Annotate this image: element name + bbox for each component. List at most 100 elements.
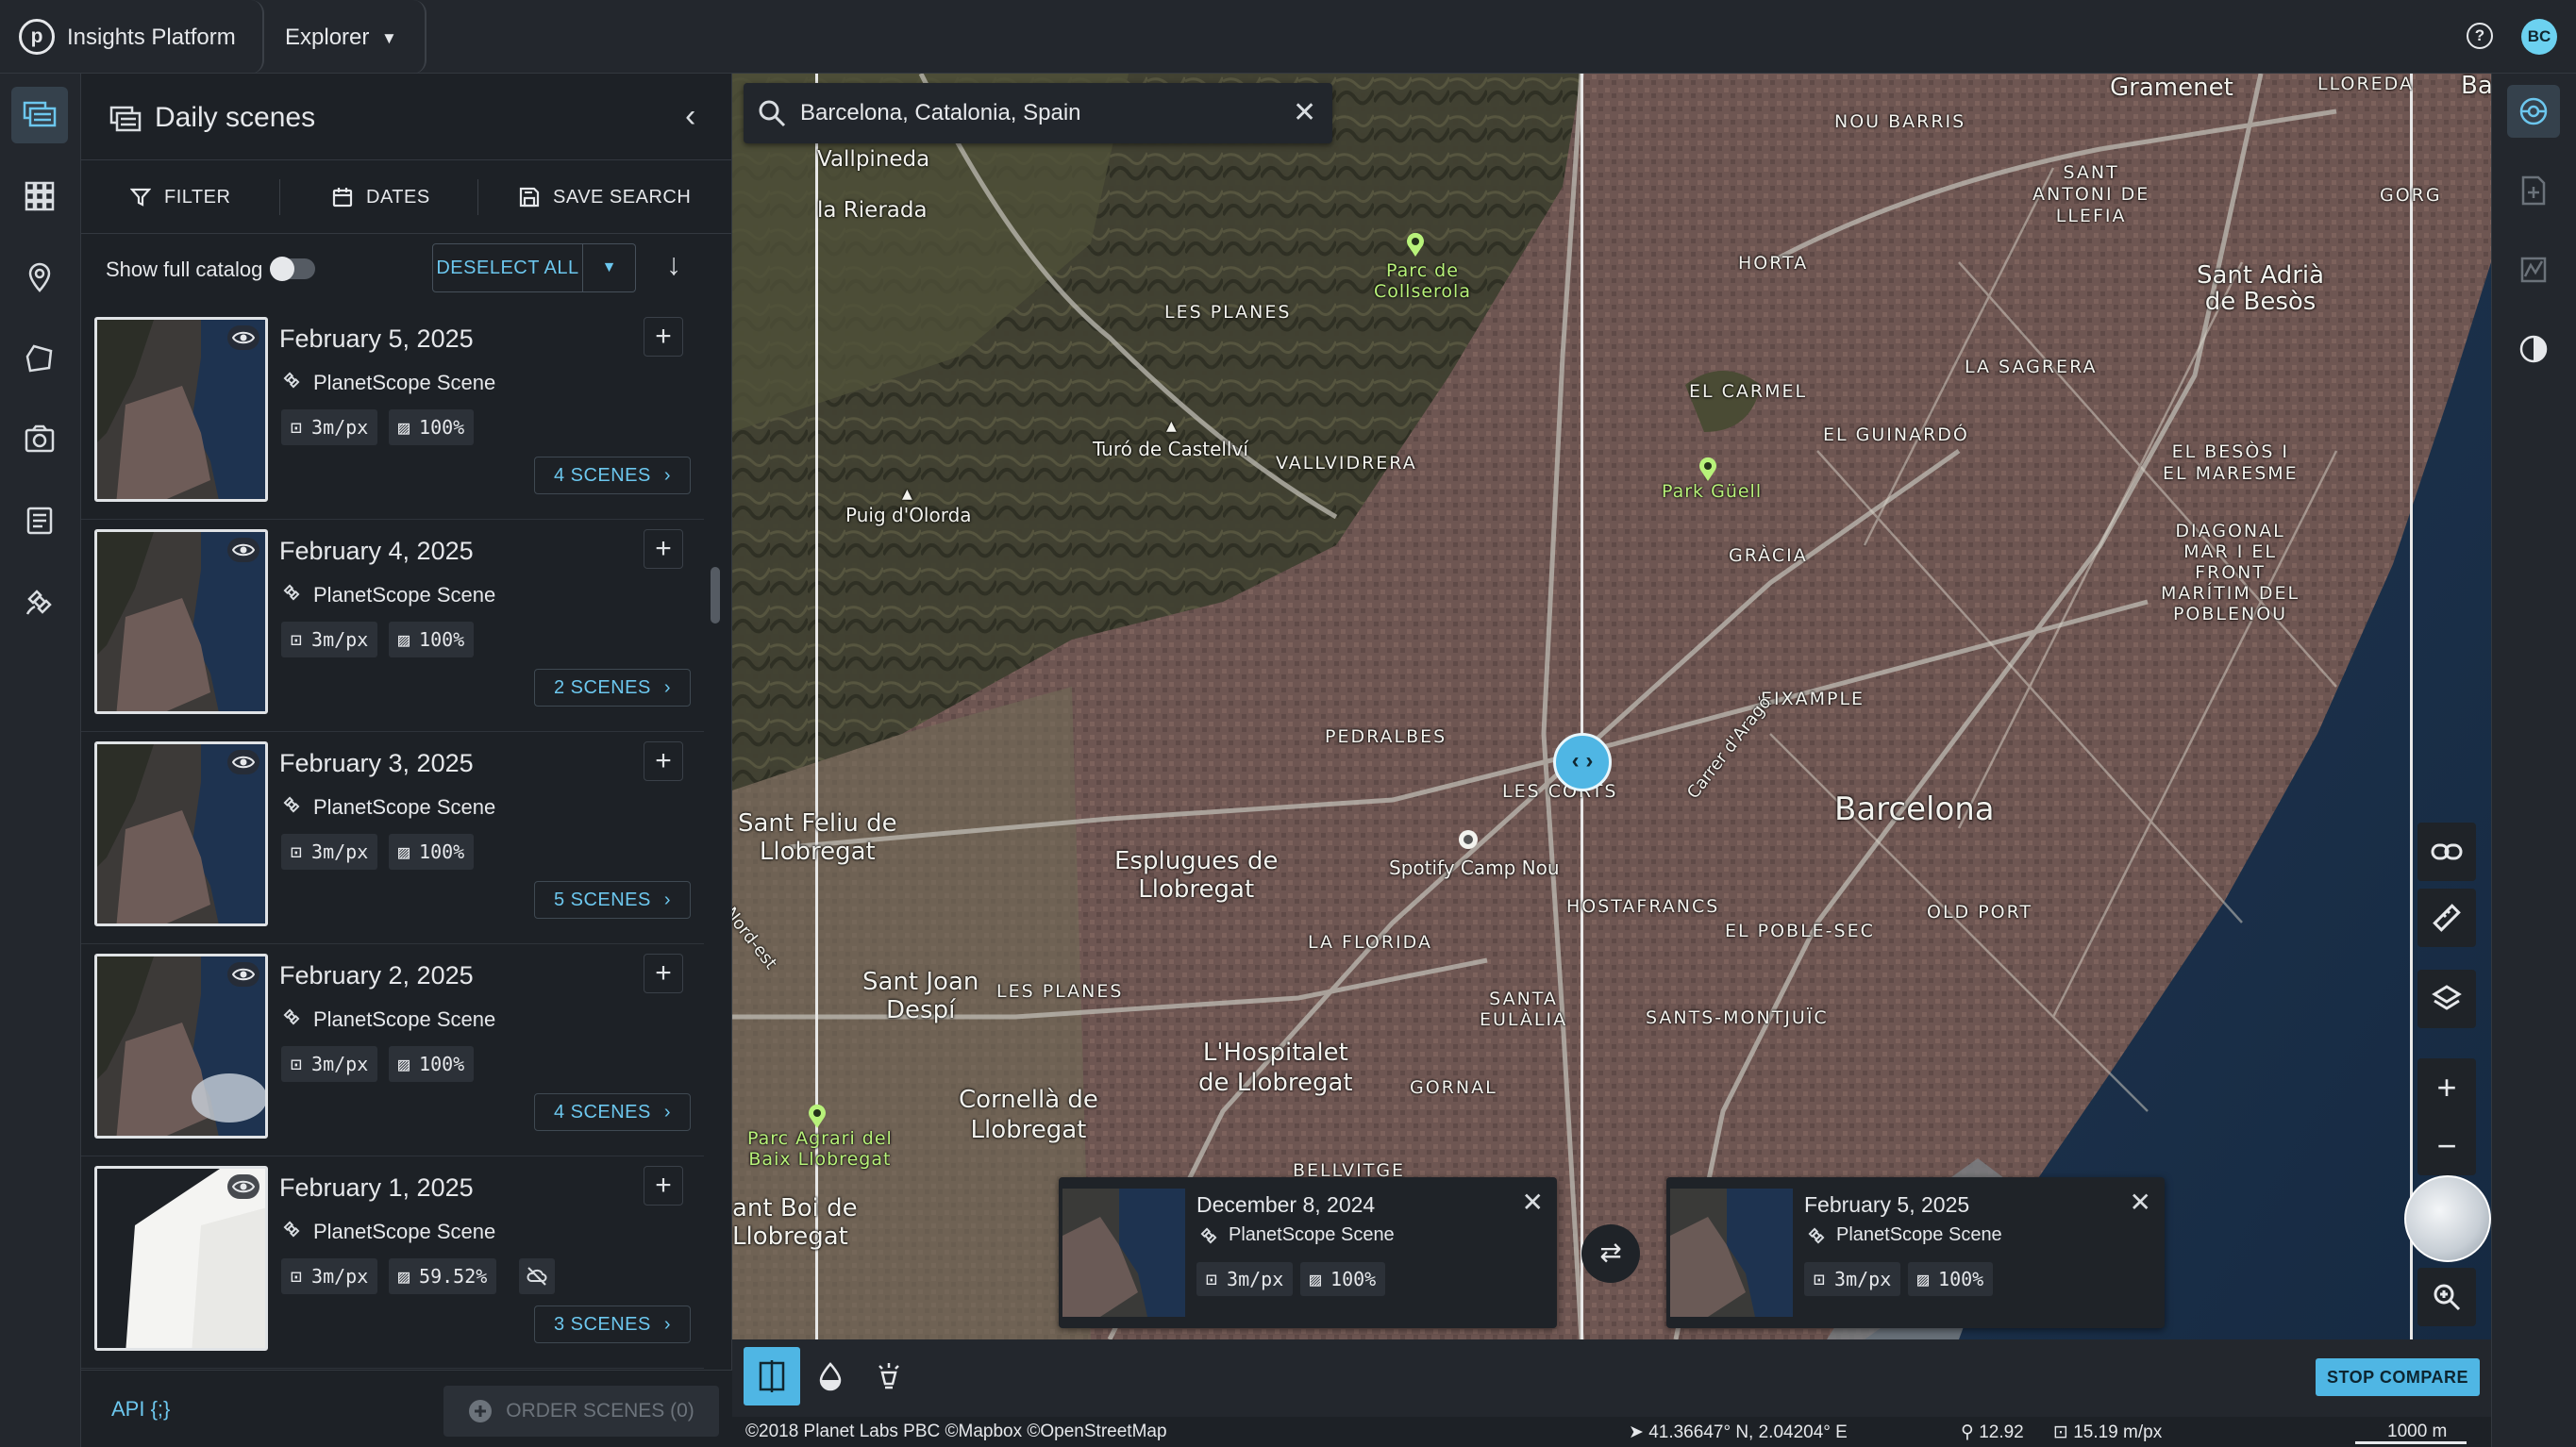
eye-icon[interactable] [227, 325, 259, 350]
mosaic-grid-icon[interactable] [11, 168, 68, 225]
resolution-chip: ⊡ 3m/px [281, 1258, 378, 1294]
scene-thumbnail[interactable] [94, 741, 268, 926]
resolution-chip: ⊡ 3m/px [281, 1046, 378, 1082]
add-scene-button[interactable]: + [644, 529, 683, 569]
deselect-all-button[interactable]: DESELECT ALL [432, 243, 583, 292]
save-icon [519, 187, 540, 208]
compare-date: February 5, 2025 [1804, 1192, 1970, 1217]
show-catalog-toggle[interactable] [270, 257, 315, 281]
add-scene-button[interactable]: + [644, 1166, 683, 1206]
toggle-knob [270, 257, 294, 281]
aoi-polygon-icon[interactable] [11, 330, 68, 387]
add-scene-button[interactable]: + [644, 317, 683, 357]
add-scene-button[interactable]: + [644, 954, 683, 993]
compare-divider-line[interactable] [1581, 74, 1583, 1339]
analytics-icon[interactable] [2507, 243, 2560, 296]
order-scenes-button[interactable]: ORDER SCENES (0) [443, 1386, 719, 1437]
scene-count-button[interactable]: 2 SCENES › [534, 669, 691, 707]
park-pin-icon[interactable] [806, 1104, 828, 1130]
close-icon[interactable]: ✕ [1522, 1187, 1544, 1218]
scrollbar[interactable] [708, 308, 723, 1434]
park-pin-icon[interactable] [1697, 457, 1719, 483]
magnify-icon[interactable] [2417, 1268, 2476, 1326]
section-switcher[interactable]: Explorer [285, 25, 369, 51]
scene-thumbnail[interactable] [94, 529, 268, 714]
camera-tasking-icon[interactable] [11, 411, 68, 468]
scrollbar-thumb[interactable] [711, 567, 720, 624]
scene-thumbnail[interactable] [94, 954, 268, 1139]
help-icon[interactable]: ? [2467, 23, 2493, 49]
stop-compare-button[interactable]: STOP COMPARE [2316, 1358, 2480, 1396]
compare-card-right[interactable]: February 5, 2025 PlanetScope Scene ⊡ 3m/p… [1666, 1177, 2165, 1328]
ruler-icon[interactable] [2417, 889, 2476, 947]
orders-list-icon[interactable] [11, 492, 68, 549]
focus-icon: ⊡ [1206, 1268, 1218, 1290]
scene-thumbnail[interactable] [94, 1166, 268, 1351]
chevron-down-icon[interactable]: ▼ [583, 243, 636, 292]
layers-icon[interactable] [2417, 970, 2476, 1028]
list-item[interactable]: February 3, 2025 + PlanetScope Scene ⊡ 3m/px… [81, 732, 704, 944]
stadium-pin-icon[interactable] [1457, 828, 1480, 851]
coverage-icon: ▨ [398, 416, 410, 439]
api-link[interactable]: API {;} [111, 1397, 170, 1422]
collapse-panel-button[interactable]: ‹ [685, 98, 695, 135]
list-item[interactable]: February 2, 2025 + PlanetScope Scene ⊡ 3m/px… [81, 944, 704, 1156]
eye-icon[interactable] [227, 1174, 259, 1199]
compare-slider-handle[interactable]: ‹ › [1553, 733, 1612, 791]
resolution-chip: ⊡ 3m/px [281, 834, 378, 870]
contrast-icon[interactable] [2507, 323, 2560, 375]
compare-mode-icon[interactable] [744, 1347, 800, 1405]
scene-count-button[interactable]: 3 SCENES › [534, 1306, 691, 1343]
resolution-value: 3m/px [311, 1053, 369, 1075]
close-icon[interactable]: ✕ [1293, 96, 1316, 129]
resolution-value: 3m/px [311, 416, 369, 439]
search-input[interactable] [800, 83, 1272, 143]
eye-icon[interactable] [227, 962, 259, 987]
avatar[interactable]: BC [2521, 19, 2557, 55]
drop-icon[interactable] [802, 1347, 859, 1405]
sort-arrow-icon[interactable]: ↓ [666, 247, 681, 282]
scene-count-button[interactable]: 4 SCENES › [534, 457, 691, 494]
planet-logo-icon[interactable]: p [19, 19, 55, 55]
satellite-icon[interactable] [11, 574, 68, 630]
zoom-in-icon[interactable]: + [2417, 1058, 2476, 1117]
compare-card-left[interactable]: December 8, 2024 PlanetScope Scene ⊡ 3m/p… [1059, 1177, 1557, 1328]
app-title[interactable]: Insights Platform [67, 25, 236, 51]
dates-button[interactable]: DATES [332, 160, 430, 234]
layers-list-icon[interactable] [11, 87, 68, 143]
map-label-la-florida: LA FLORIDA [1308, 932, 1432, 953]
close-icon[interactable]: ✕ [2130, 1187, 2151, 1218]
globe-icon[interactable] [2404, 1175, 2491, 1262]
map-attribution[interactable]: ©2018 Planet Labs PBC ©Mapbox ©OpenStree… [745, 1422, 1167, 1442]
filter-button[interactable]: FILTER [130, 160, 230, 234]
list-item[interactable]: February 4, 2025 + PlanetScope Scene ⊡ 3m/px… [81, 520, 704, 732]
calendar-icon [332, 188, 353, 208]
satellite-view-icon[interactable] [2507, 85, 2560, 138]
chevron-down-icon[interactable]: ▼ [381, 29, 397, 48]
swap-scenes-button[interactable]: ⇄ [1581, 1224, 1640, 1283]
scale-bar [2355, 1441, 2467, 1444]
coverage-value: 100% [1330, 1268, 1377, 1290]
save-search-button[interactable]: SAVE SEARCH [519, 160, 691, 234]
map-canvas[interactable]: Barcelona Sant Adrià de Besòs Gramenet a… [732, 74, 2491, 1339]
resolution-chip: ⊡ 3m/px [281, 409, 378, 445]
location-pin-icon[interactable] [11, 249, 68, 306]
scene-date: February 1, 2025 [279, 1173, 474, 1202]
link-icon[interactable] [2417, 823, 2476, 881]
show-catalog-label: Show full catalog [106, 258, 263, 281]
add-scene-button[interactable]: + [644, 741, 683, 781]
list-item[interactable]: February 5, 2025 + PlanetScope Scene ⊡ 3m/px… [81, 308, 704, 520]
list-item[interactable]: February 1, 2025 + PlanetScope Scene ⊡ 3m/px… [81, 1156, 704, 1369]
scene-thumbnail[interactable] [94, 317, 268, 502]
spotlight-icon[interactable] [861, 1347, 917, 1405]
scene-count-button[interactable]: 4 SCENES › [534, 1093, 691, 1131]
park-pin-icon[interactable] [1404, 232, 1427, 258]
filter-label: FILTER [164, 186, 231, 208]
resolution-value: 3m/px [311, 840, 369, 863]
zoom-icon: ⚲ [1961, 1422, 1980, 1442]
scene-count-button[interactable]: 5 SCENES › [534, 881, 691, 919]
eye-icon[interactable] [227, 538, 259, 562]
zoom-out-icon[interactable]: − [2417, 1117, 2476, 1175]
eye-icon[interactable] [227, 750, 259, 774]
export-icon[interactable] [2507, 164, 2560, 217]
